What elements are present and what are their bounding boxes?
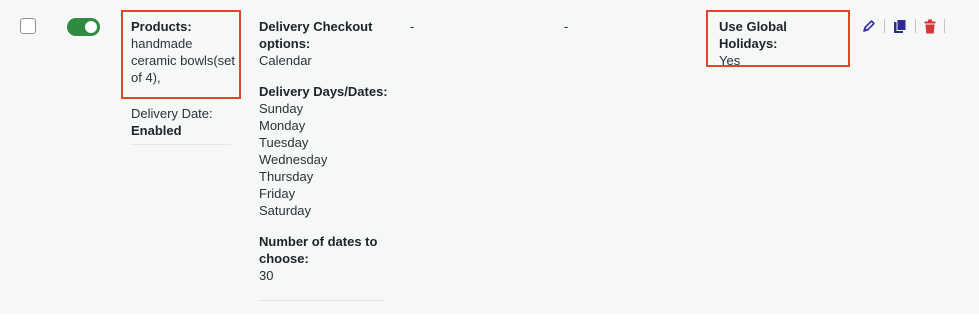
delivery-date-block: Delivery Date: Enabled bbox=[131, 105, 236, 139]
trash-icon[interactable] bbox=[924, 19, 936, 34]
products-highlight-box bbox=[121, 10, 241, 99]
checkout-value: Calendar bbox=[259, 53, 312, 68]
day-item: Tuesday bbox=[259, 135, 309, 150]
delivery-days-block: Delivery Days/Dates: Sunday Monday Tuesd… bbox=[259, 83, 389, 219]
table-row: Products: handmade ceramic bowls(set of … bbox=[0, 0, 979, 314]
dates-count-value: 30 bbox=[259, 268, 274, 283]
divider bbox=[131, 144, 231, 145]
dates-count-label-line2: choose: bbox=[259, 251, 309, 266]
separator bbox=[884, 19, 885, 33]
day-item: Sunday bbox=[259, 101, 304, 116]
copy-icon[interactable] bbox=[893, 18, 907, 34]
row-select-checkbox[interactable] bbox=[20, 18, 36, 34]
day-item: Friday bbox=[259, 186, 296, 201]
day-item: Saturday bbox=[259, 203, 312, 218]
delivery-date-label: Delivery Date: bbox=[131, 106, 213, 121]
delivery-days-label: Delivery Days/Dates: bbox=[259, 84, 388, 99]
day-item: Monday bbox=[259, 118, 306, 133]
checkout-label-line1: Delivery Checkout bbox=[259, 19, 373, 34]
enable-toggle[interactable] bbox=[67, 18, 100, 36]
table-footer-space bbox=[0, 314, 979, 325]
holidays-highlight-box bbox=[706, 10, 850, 67]
delivery-date-value: Enabled bbox=[131, 123, 182, 138]
dates-count-block: Number of dates to choose: 30 bbox=[259, 233, 389, 284]
dates-count-label-line1: Number of dates to bbox=[259, 234, 378, 249]
day-item: Wednesday bbox=[259, 152, 328, 167]
column3-value: - bbox=[410, 19, 415, 34]
separator bbox=[915, 19, 916, 33]
separator bbox=[944, 19, 945, 33]
row-actions bbox=[862, 16, 953, 36]
checkout-options-block: Delivery Checkout options: Calendar bbox=[259, 18, 389, 69]
checkout-label-line2: options: bbox=[259, 36, 311, 51]
day-item: Thursday bbox=[259, 169, 314, 184]
delivery-options-column: Delivery Checkout options: Calendar Deli… bbox=[259, 18, 389, 301]
pencil-icon[interactable] bbox=[862, 19, 876, 33]
column4-value: - bbox=[564, 19, 569, 34]
toggle-knob bbox=[85, 21, 97, 33]
divider bbox=[259, 300, 384, 301]
